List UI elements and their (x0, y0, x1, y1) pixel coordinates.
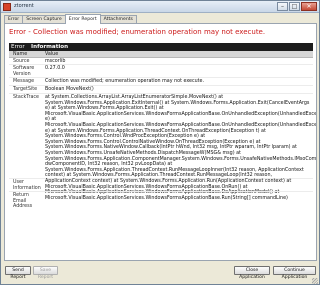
row-name: User Information (13, 180, 41, 191)
row-name: Return Email Address (13, 193, 33, 210)
resize-grip-icon[interactable] (312, 278, 318, 284)
save-report-button[interactable]: Save Report (33, 266, 58, 280)
send-report-button[interactable]: Send Report (5, 266, 31, 280)
title-bar[interactable]: ztorrent – □ ✕ (1, 1, 319, 13)
table-row: Software Version 0.27.0.0 (9, 66, 313, 78)
section-prefix: Error (11, 44, 25, 50)
row-value: mscorlib (45, 59, 66, 64)
row-name: Software Version (13, 66, 35, 77)
window-controls: – □ ✕ (277, 2, 317, 11)
error-headline: Error - Collection was modified; enumera… (9, 28, 266, 36)
minimize-icon[interactable]: – (277, 2, 288, 11)
close-icon[interactable]: ✕ (301, 2, 317, 11)
section-title: Information (31, 44, 69, 50)
row-value: 0.27.0.0 (45, 66, 65, 71)
table-row: Source mscorlib (9, 59, 313, 65)
error-report-panel: Error - Collection was modified; enumera… (4, 23, 317, 261)
tab-error-report[interactable]: Error Report (64, 14, 101, 24)
section-header: Error Information (9, 43, 313, 51)
button-bar: Send Report Save Report Close Applicatio… (1, 263, 319, 285)
continue-application-button[interactable]: Continue Application (273, 266, 316, 280)
row-value: Collection was modified; enumeration ope… (45, 79, 205, 84)
error-report-window: ztorrent – □ ✕ Error Screen Capture Erro… (0, 0, 320, 285)
row-name: Message (13, 79, 35, 84)
row-name: Source (13, 59, 30, 64)
column-value: Value (45, 52, 59, 57)
maximize-icon[interactable]: □ (289, 2, 300, 11)
row-name: TargetSite (13, 87, 38, 92)
window-title: ztorrent (14, 3, 34, 9)
table-row: Message Collection was modified; enumera… (9, 79, 313, 86)
app-icon (3, 3, 11, 11)
row-value: Boolean MoveNext() (45, 87, 94, 92)
table-row: Return Email Address (9, 193, 313, 211)
row-name: StackTrace (13, 95, 40, 100)
close-application-button[interactable]: Close Application (234, 266, 270, 280)
table-row: TargetSite Boolean MoveNext() (9, 87, 313, 94)
table-row: User Information (9, 180, 313, 192)
table-row: StackTrace at System.Collections.ArrayLi… (9, 95, 316, 201)
column-name: Name (13, 52, 28, 57)
grid-header: Name Value (9, 51, 313, 58)
